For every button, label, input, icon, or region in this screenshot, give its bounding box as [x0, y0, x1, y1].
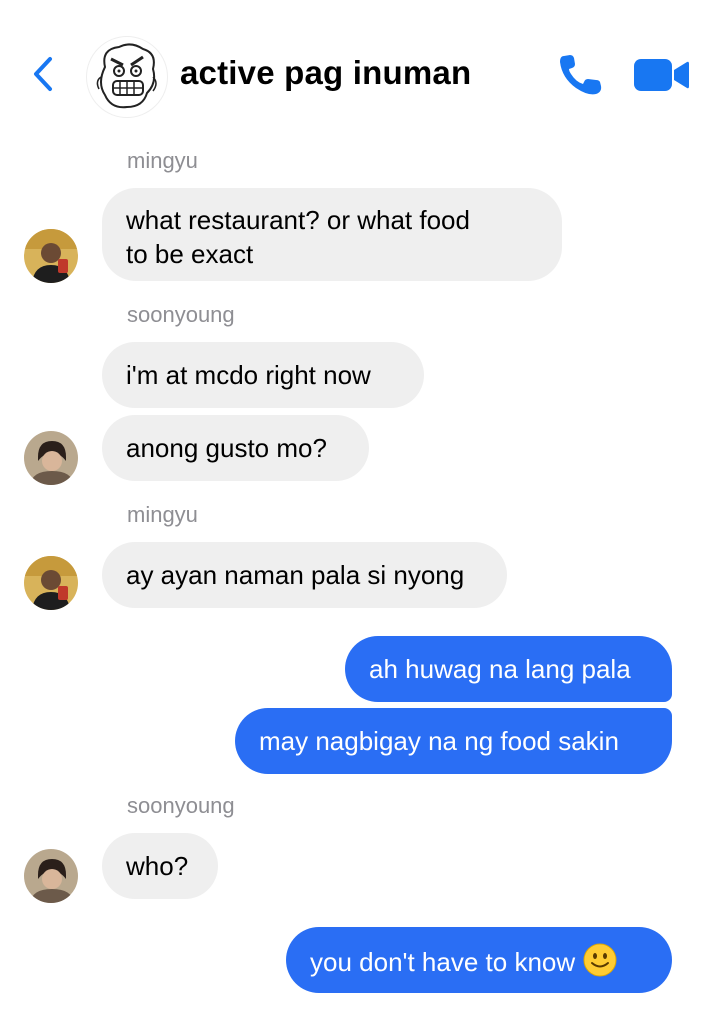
message-text: who?: [126, 851, 189, 881]
message-text: may nagbigay na ng food sakin: [259, 726, 619, 756]
profile-photo-icon: [24, 229, 78, 283]
message-text: ah huwag na lang pala: [369, 654, 631, 684]
sender-name: soonyoung: [127, 793, 235, 818]
chevron-left-icon: [34, 57, 52, 91]
message-text: what restaurant? or what food: [126, 205, 470, 235]
message-text: anong gusto mo?: [126, 433, 327, 463]
message-text: you don't have to know: [310, 947, 576, 977]
call-button[interactable]: [556, 52, 604, 96]
video-camera-icon: [634, 59, 689, 91]
slightly-smiling-face-icon: [583, 943, 617, 977]
sender-name: mingyu: [127, 148, 198, 173]
message-bubble-incoming[interactable]: what restaurant? or what food to be exac…: [102, 188, 562, 281]
message-bubble-incoming[interactable]: anong gusto mo?: [102, 415, 369, 481]
profile-photo-icon: [24, 849, 78, 903]
message-bubble-outgoing[interactable]: may nagbigay na ng food sakin: [235, 708, 672, 774]
message-bubble-outgoing[interactable]: ah huwag na lang pala: [345, 636, 672, 702]
message-bubble-incoming[interactable]: ay ayan naman pala si nyong: [102, 542, 507, 608]
profile-photo-icon: [24, 431, 78, 485]
sender-name: mingyu: [127, 502, 198, 527]
message-bubble-incoming[interactable]: who?: [102, 833, 218, 899]
avatar-mingyu[interactable]: [24, 556, 78, 610]
message-text: ay ayan naman pala si nyong: [126, 560, 465, 590]
back-button[interactable]: [26, 56, 62, 92]
sender-name: soonyoung: [127, 302, 235, 327]
profile-photo-icon: [24, 556, 78, 610]
message-text: i'm at mcdo right now: [126, 360, 371, 390]
avatar-soonyoung[interactable]: [24, 849, 78, 903]
message-text: to be exact: [126, 239, 254, 269]
chat-header: active pag inuman: [0, 0, 720, 140]
chat-title: active pag inuman: [180, 54, 472, 91]
avatar-soonyoung[interactable]: [24, 431, 78, 485]
video-call-button[interactable]: [632, 56, 690, 94]
group-avatar[interactable]: [86, 36, 168, 118]
message-bubble-outgoing[interactable]: you don't have to know: [286, 927, 672, 993]
avatar-mingyu[interactable]: [24, 229, 78, 283]
message-bubble-incoming[interactable]: i'm at mcdo right now: [102, 342, 424, 408]
phone-icon: [560, 55, 602, 95]
rage-face-icon: [96, 43, 157, 109]
